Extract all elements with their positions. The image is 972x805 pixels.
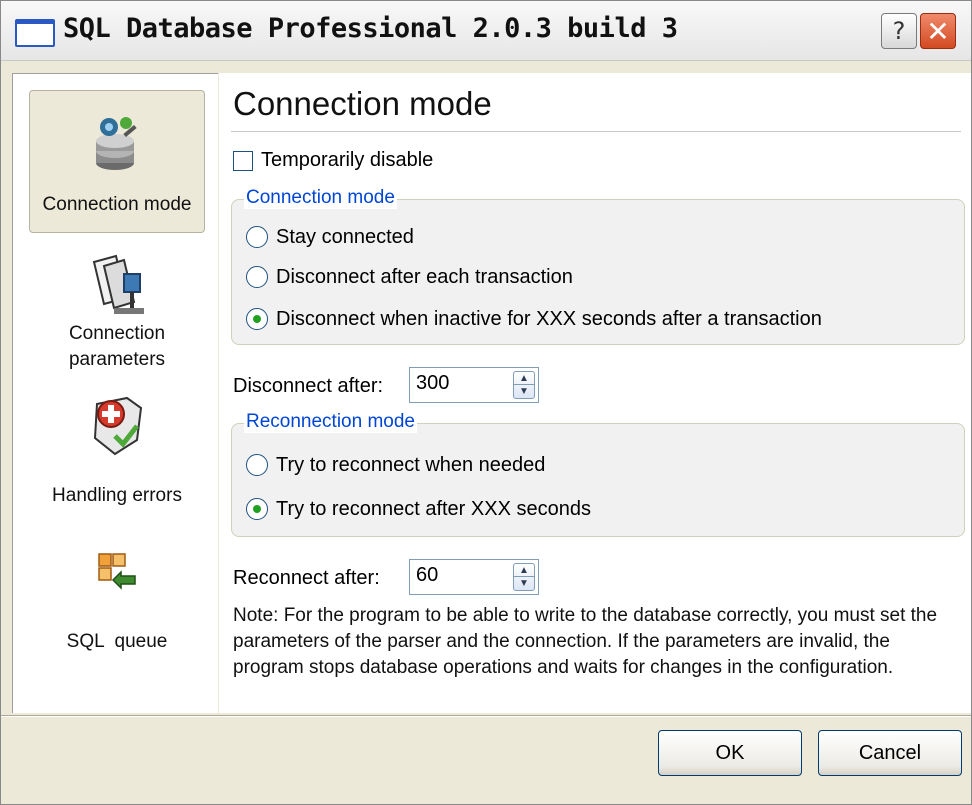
disconnect-after-label: Disconnect after:	[233, 375, 384, 397]
connection-mode-group-title: Connection mode	[244, 187, 397, 209]
disconnect-after-input[interactable]: 300 ▲ ▼	[409, 367, 539, 403]
sidebar-item-label: Connection	[68, 323, 166, 344]
reconnect-after-label: Reconnect after:	[233, 567, 380, 589]
disconnect-after-transaction-radio[interactable]	[246, 266, 268, 288]
reconnect-after-seconds-radio[interactable]	[246, 498, 268, 520]
reconnect-after-value[interactable]: 60	[416, 564, 438, 587]
stay-connected-label[interactable]: Stay connected	[276, 226, 414, 249]
sidebar-item-label: Handling errors	[52, 485, 182, 506]
heading-divider	[231, 131, 961, 132]
reconnect-after-spinner[interactable]: ▲ ▼	[513, 563, 535, 591]
sidebar-item-label: SQL queue	[66, 631, 168, 652]
shield-error-icon	[93, 396, 143, 456]
help-button[interactable]: ?	[881, 13, 917, 49]
reconnection-mode-group: Reconnection mode Try to reconnect when …	[231, 411, 965, 537]
disconnect-when-inactive-label[interactable]: Disconnect when inactive for XXX seconds…	[276, 308, 822, 331]
page-title: Connection mode	[233, 85, 492, 122]
configuration-note: Note: For the program to be able to writ…	[233, 605, 938, 678]
ok-button[interactable]: OK	[658, 730, 802, 776]
cancel-button[interactable]: Cancel	[818, 730, 962, 776]
dialog-window: SQL Database Professional 2.0.3 build 3 …	[0, 0, 972, 805]
network-cards-icon	[92, 254, 144, 314]
temporarily-disable-label[interactable]: Temporarily disable	[261, 149, 433, 172]
temporarily-disable-checkbox[interactable]	[233, 151, 253, 171]
reconnect-when-needed-radio[interactable]	[246, 454, 268, 476]
spin-up-icon[interactable]: ▲	[514, 372, 534, 385]
window-title: SQL Database Professional 2.0.3 build 3	[63, 13, 678, 44]
title-bar[interactable]: SQL Database Professional 2.0.3 build 3 …	[1, 1, 971, 61]
footer-divider	[1, 715, 971, 717]
disconnect-after-transaction-label[interactable]: Disconnect after each transaction	[276, 266, 573, 289]
connection-mode-group: Connection mode Stay connected Disconnec…	[231, 187, 965, 345]
sidebar-item-connection-mode[interactable]: Connection mode	[29, 90, 205, 233]
reconnect-after-input[interactable]: 60 ▲ ▼	[409, 559, 539, 595]
settings-panel: Connection mode Temporarily disable Conn…	[219, 73, 971, 713]
sidebar-item-label: Connection mode	[42, 194, 192, 215]
sidebar-item-label: parameters	[68, 349, 166, 370]
spin-down-icon[interactable]: ▼	[514, 577, 534, 590]
disconnect-after-value[interactable]: 300	[416, 372, 449, 395]
sidebar-item-handling-errors[interactable]: Handling errors	[29, 386, 205, 516]
sidebar-item-sql-queue[interactable]: SQL queue	[29, 544, 205, 664]
queue-arrow-icon	[98, 553, 136, 590]
sidebar-item-connection-parameters[interactable]: Connection parameters	[29, 242, 205, 382]
spin-up-icon[interactable]: ▲	[514, 564, 534, 577]
disconnect-after-spinner[interactable]: ▲ ▼	[513, 371, 535, 399]
database-settings-icon	[96, 117, 137, 170]
reconnect-when-needed-label[interactable]: Try to reconnect when needed	[276, 454, 545, 477]
disconnect-when-inactive-radio[interactable]	[246, 308, 268, 330]
reconnect-after-seconds-label[interactable]: Try to reconnect after XXX seconds	[276, 498, 591, 521]
sidebar-nav: Connection mode Connection parameters Ha…	[12, 73, 218, 713]
reconnection-mode-group-title: Reconnection mode	[244, 411, 417, 433]
close-button[interactable]: ✕	[920, 13, 956, 49]
app-window-icon	[15, 19, 55, 47]
spin-down-icon[interactable]: ▼	[514, 385, 534, 398]
stay-connected-radio[interactable]	[246, 226, 268, 248]
